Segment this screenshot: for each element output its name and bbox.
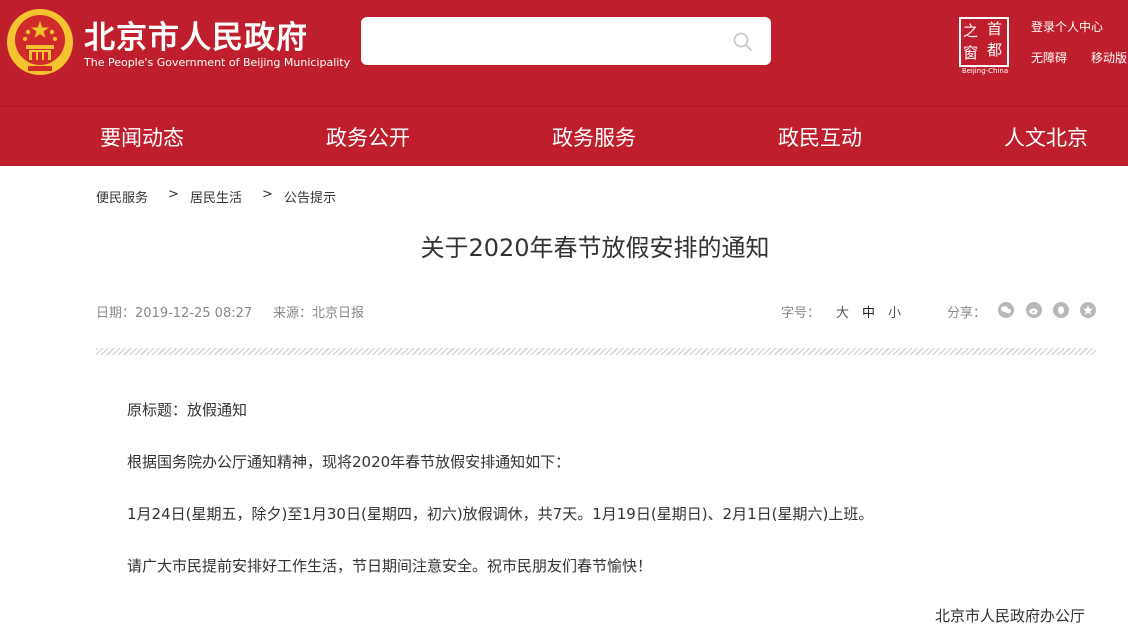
nav-item-gov-services[interactable]: 政务服务 (552, 122, 636, 152)
mobile-version-link[interactable]: 移动版 (1091, 49, 1128, 66)
share-label: 分享： (947, 306, 987, 321)
capital-logo-char: 窗 (963, 44, 979, 62)
breadcrumb-item[interactable]: 公告提示 (284, 187, 336, 206)
nav-item-news[interactable]: 要闻动态 (100, 122, 184, 152)
search-input[interactable] (361, 17, 771, 65)
article-source: 来源：北京日报 (273, 306, 365, 321)
article-paragraph: 根据国务院办公厅通知精神，现将2020年春节放假安排通知如下： (127, 453, 571, 471)
wechat-icon[interactable] (998, 302, 1014, 318)
national-emblem-icon (7, 9, 73, 75)
weibo-icon[interactable] (1026, 302, 1042, 318)
qzone-icon[interactable] (1080, 302, 1096, 318)
breadcrumb-item[interactable]: 居民生活 (190, 187, 242, 206)
qq-icon[interactable] (1053, 302, 1069, 318)
capital-logo-char: 都 (987, 41, 1003, 59)
login-link[interactable]: 登录个人中心 (1031, 18, 1103, 35)
article-paragraph: 原标题：放假通知 (127, 401, 248, 419)
capital-logo-char: 之 (963, 22, 979, 40)
breadcrumb-separator: > (262, 187, 273, 202)
capital-window-logo[interactable]: 之 首 窗 都 Beijing-China (957, 17, 1013, 75)
article-paragraph: 请广大市民提前安排好工作生活，节日期间注意安全。祝市民朋友们春节愉快！ (127, 557, 653, 575)
article-title: 关于2020年春节放假安排的通知 (420, 234, 770, 262)
font-size-large-button[interactable]: 大 (836, 302, 849, 321)
site-subtitle: The People's Government of Beijing Munic… (84, 56, 351, 69)
capital-logo-subtitle: Beijing-China (961, 67, 1009, 75)
nav-item-culture[interactable]: 人文北京 (1004, 122, 1088, 152)
search-icon[interactable] (728, 27, 758, 57)
site-title[interactable]: 北京市人民政府 (84, 12, 308, 57)
font-size-label: 字号： (781, 306, 821, 321)
article-paragraph: 1月24日(星期五，除夕)至1月30日(星期四，初六)放假调休，共7天。1月19… (127, 505, 874, 523)
article-date: 日期：2019-12-25 08:27 (96, 306, 253, 321)
font-size-small-button[interactable]: 小 (888, 302, 901, 321)
article-signature: 北京市人民政府办公厅 (935, 607, 1086, 625)
capital-logo-frame: 之 首 窗 都 (959, 17, 1009, 67)
breadcrumb-separator: > (168, 187, 179, 202)
hatched-divider (96, 348, 1096, 355)
breadcrumb-item[interactable]: 便民服务 (96, 187, 148, 206)
header-top-bar: 北京市人民政府 The People's Government of Beiji… (0, 0, 1128, 106)
capital-logo-char: 首 (987, 20, 1003, 38)
site-header: 北京市人民政府 The People's Government of Beiji… (0, 0, 1128, 166)
nav-item-gov-affairs[interactable]: 政务公开 (326, 122, 410, 152)
header-divider (0, 106, 1128, 107)
nav-item-interaction[interactable]: 政民互动 (778, 122, 862, 152)
font-size-medium-button[interactable]: 中 (862, 302, 875, 321)
accessibility-link[interactable]: 无障碍 (1031, 49, 1067, 66)
